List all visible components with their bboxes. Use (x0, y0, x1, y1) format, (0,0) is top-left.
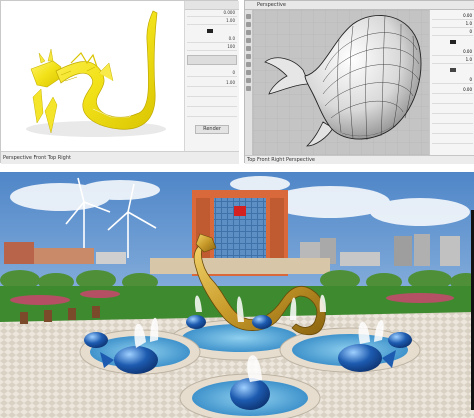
prop-value: 0 (469, 29, 472, 34)
prop-row[interactable]: 0.00 (432, 13, 473, 20)
prop-value: 0.00 (463, 13, 472, 18)
render-button[interactable]: Render (195, 125, 229, 134)
prop-row[interactable] (187, 101, 237, 107)
right-status-bar: Top Front Right Perspective (245, 155, 474, 164)
prop-value: 1.00 (226, 18, 235, 23)
prop-row[interactable] (432, 108, 473, 114)
prop-row[interactable]: 1.00 (187, 80, 237, 87)
prop-row[interactable]: 0 (187, 70, 237, 77)
whale-wireframe-model (253, 10, 429, 155)
left-modeling-window: 0.000 1.00 0.0 100 0 1.00 Render Perspec… (0, 0, 239, 164)
surface-tool-icon[interactable] (246, 46, 251, 51)
right-viewport[interactable] (253, 10, 429, 155)
left-status-bar: Perspective Front Top Right (1, 151, 239, 164)
prop-row[interactable]: 0 (432, 77, 473, 84)
prop-row[interactable]: 1.0 (432, 57, 473, 64)
line-tool-icon[interactable] (246, 30, 251, 35)
transform-tool-icon[interactable] (246, 70, 251, 75)
render-tool-icon[interactable] (246, 86, 251, 91)
prop-row[interactable] (432, 118, 473, 124)
prop-row[interactable] (432, 128, 473, 134)
panel-header-bar (185, 1, 239, 10)
color-swatch[interactable] (450, 68, 456, 72)
prop-row[interactable]: 0.00 (432, 49, 473, 56)
point-tool-icon[interactable] (246, 22, 251, 27)
dimension-tool-icon[interactable] (246, 78, 251, 83)
prop-row[interactable] (187, 91, 237, 97)
fountain-plaza-render (0, 172, 474, 418)
prop-row[interactable]: 0.0 (187, 36, 237, 43)
prop-value: 0.00 (463, 87, 472, 92)
prop-value: 1.0 (465, 21, 472, 26)
prop-row[interactable]: 1.0 (432, 21, 473, 28)
prop-value: 0 (232, 70, 235, 75)
prop-row[interactable]: 100 (187, 44, 237, 51)
curve-tool-icon[interactable] (246, 38, 251, 43)
prop-row[interactable]: 0.000 (187, 10, 237, 17)
prop-value: 0.00 (463, 49, 472, 54)
prop-value: 1.00 (226, 80, 235, 85)
mesh-tool-icon[interactable] (246, 62, 251, 67)
right-properties-panel: 0.00 1.0 0 0.00 1.0 0 0.00 (429, 10, 474, 155)
prop-row[interactable]: 0.00 (432, 87, 473, 94)
prop-row[interactable] (432, 138, 473, 144)
prop-row[interactable]: 0 (432, 29, 473, 36)
prop-row[interactable] (187, 111, 237, 117)
prop-value: 100 (227, 44, 235, 49)
color-swatch[interactable] (450, 40, 456, 44)
prop-row[interactable]: 1.00 (187, 18, 237, 25)
prop-value: 0 (469, 77, 472, 82)
viewport-tab[interactable]: Perspective (257, 2, 286, 8)
left-viewport[interactable] (1, 1, 184, 151)
prop-value: 0.000 (223, 10, 235, 15)
slider-track[interactable] (187, 55, 237, 65)
right-modeling-window: Perspective 0.00 1.0 0 0.00 1.0 0 0.00 T… (244, 0, 474, 164)
prop-value: 0.0 (228, 36, 235, 41)
solid-tool-icon[interactable] (246, 54, 251, 59)
left-properties-panel: 0.000 1.00 0.0 100 0 1.00 Render (184, 1, 239, 151)
yellow-dragon-model (26, 10, 166, 137)
viewport-tab-bar: Perspective (245, 1, 474, 10)
render-scene (0, 172, 474, 418)
prop-row[interactable] (432, 98, 473, 104)
prop-value: 1.0 (465, 57, 472, 62)
vertical-toolbar (245, 10, 253, 155)
color-swatch[interactable] (207, 29, 213, 33)
select-tool-icon[interactable] (246, 14, 251, 19)
